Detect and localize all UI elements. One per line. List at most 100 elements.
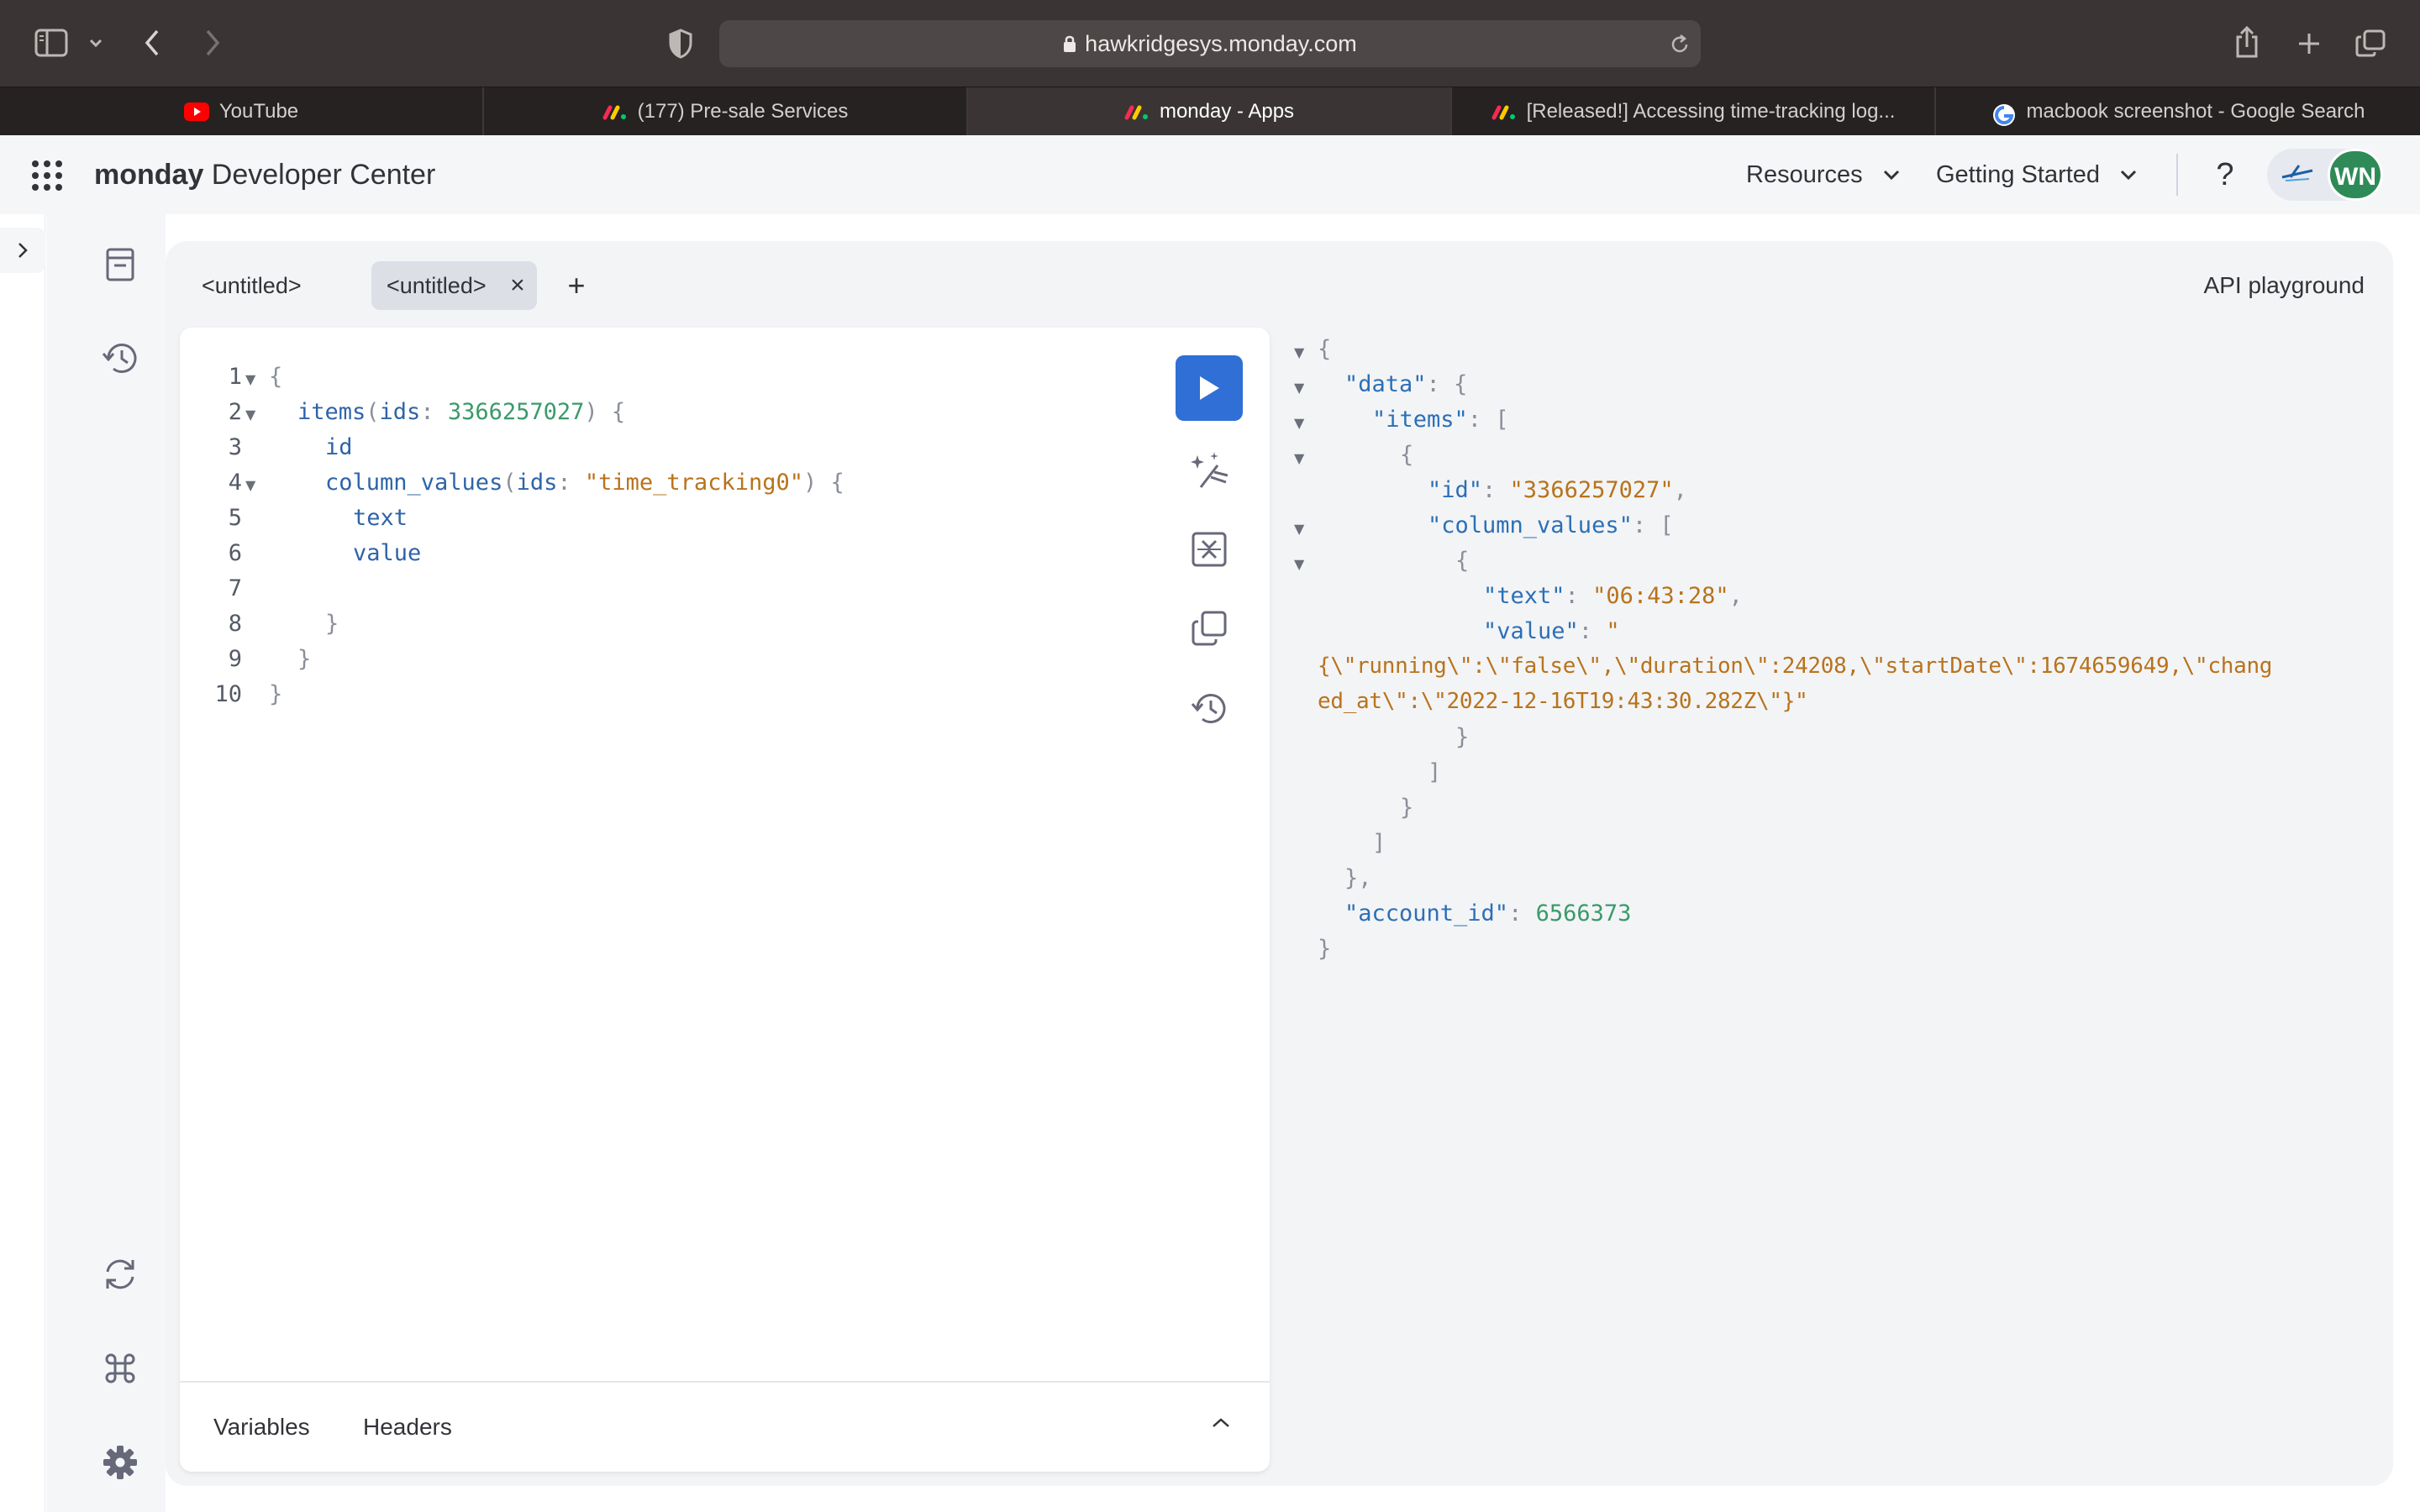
avatar[interactable]: WN [2328, 149, 2383, 201]
line-number: 7 [228, 575, 242, 601]
response-line: "text": "06:43:28", [1483, 583, 1743, 609]
json-key: "value" [1483, 618, 1579, 644]
tab-google-search[interactable]: macbook screenshot - Google Search [1936, 87, 2420, 136]
run-query-button[interactable] [1176, 355, 1243, 421]
url-text[interactable]: hawkridgesys.monday.com [719, 20, 1701, 67]
json-punct: : [1426, 371, 1455, 397]
sidebar-toggle-icon[interactable] [32, 25, 71, 60]
line-number: 10 [214, 681, 242, 707]
code-punct: : [420, 399, 448, 425]
new-tab-icon[interactable] [2292, 27, 2326, 60]
resources-menu[interactable]: Resources [1746, 135, 1902, 214]
google-icon [1991, 102, 2017, 126]
history-icon[interactable] [1187, 687, 1231, 731]
lock-icon [1063, 22, 1076, 69]
response-line: ] [1372, 830, 1386, 856]
json-punct: : [1482, 477, 1510, 503]
code-field: column_values [325, 470, 503, 496]
json-key: "column_values" [1428, 512, 1633, 538]
tab-monday-apps[interactable]: monday - Apps [968, 87, 1452, 136]
headers-tab[interactable]: Headers [363, 1383, 452, 1472]
fold-arrow-icon[interactable]: ▼ [245, 407, 255, 423]
fold-arrow-icon[interactable]: ▼ [1294, 450, 1304, 466]
json-punct: : [1565, 583, 1593, 609]
json-punct: { [1454, 371, 1468, 397]
fold-arrow-icon[interactable]: ▼ [1294, 556, 1304, 572]
tab-overview-icon[interactable] [2353, 27, 2388, 60]
json-key: "text" [1483, 583, 1565, 609]
app-grid-icon[interactable] [30, 159, 64, 192]
code-punct: ( [366, 399, 380, 425]
company-logo-icon [2279, 160, 2316, 189]
collapsed-sidebar [0, 214, 45, 1512]
resources-label: Resources [1746, 160, 1863, 188]
api-playground-title: API playground [2203, 272, 2365, 298]
json-punct: [ [1660, 512, 1674, 538]
code-line: items(ids: 3366257027) { [297, 399, 625, 425]
code-arg: ids [516, 470, 558, 496]
chevron-right-icon [18, 243, 28, 258]
settings-icon[interactable] [98, 1441, 142, 1484]
code-line: value [353, 540, 422, 566]
line-number: 8 [228, 611, 242, 637]
tab-label: monday - Apps [1159, 100, 1295, 123]
share-icon[interactable] [2230, 24, 2264, 60]
query-tab-2[interactable]: <untitled> × [371, 261, 537, 310]
shortcuts-icon[interactable] [98, 1347, 142, 1390]
address-bar[interactable]: hawkridgesys.monday.com [719, 20, 1701, 67]
response-line: { [1318, 336, 1332, 362]
fold-arrow-icon[interactable]: ▼ [1294, 521, 1304, 537]
getting-started-menu[interactable]: Getting Started [1936, 135, 2139, 214]
chevron-up-icon[interactable] [1210, 1416, 1235, 1436]
fold-arrow-icon[interactable]: ▼ [1294, 380, 1304, 396]
expand-sidebar-button[interactable] [0, 228, 45, 273]
json-key: "items" [1372, 407, 1468, 433]
add-tab-button[interactable]: + [561, 261, 592, 310]
fold-arrow-icon[interactable]: ▼ [1294, 415, 1304, 431]
docs-explorer-icon[interactable] [98, 243, 142, 286]
account-switcher[interactable]: WN [2267, 149, 2383, 201]
reload-icon[interactable] [1667, 32, 1692, 57]
chevron-down-icon [2121, 170, 2137, 181]
editor-bottom-bar: Variables Headers [180, 1381, 1270, 1472]
variables-tab[interactable]: Variables [213, 1383, 310, 1472]
response-line: }, [1344, 865, 1372, 891]
fold-arrow-icon[interactable]: ▼ [1294, 344, 1304, 360]
shield-icon[interactable] [664, 27, 697, 60]
close-tab-icon[interactable]: × [510, 261, 525, 310]
json-string: " [1606, 618, 1620, 644]
tab-presale-services[interactable]: (177) Pre-sale Services [484, 87, 968, 136]
help-icon[interactable]: ? [2210, 135, 2240, 214]
tab-label: [Released!] Accessing time-tracking log.… [1526, 100, 1896, 123]
tab-released-time-tracking[interactable]: [Released!] Accessing time-tracking log.… [1452, 87, 1936, 136]
refresh-icon[interactable] [98, 1252, 142, 1296]
json-punct: : [1508, 900, 1536, 927]
line-number: 5 [228, 505, 242, 531]
copy-icon[interactable] [1187, 606, 1231, 650]
json-punct: [ [1495, 407, 1509, 433]
chevron-down-icon [1883, 170, 1899, 181]
history-icon[interactable] [98, 337, 142, 381]
json-key: "account_id" [1344, 900, 1509, 927]
json-key: "data" [1344, 371, 1427, 397]
back-icon[interactable] [138, 25, 166, 60]
prettify-icon[interactable] [1187, 449, 1231, 492]
brand-title[interactable]: monday Developer Center [94, 135, 435, 214]
code-punct: ( [502, 470, 517, 496]
merge-fragments-icon[interactable] [1187, 528, 1231, 571]
tab-youtube[interactable]: YouTube [0, 87, 484, 136]
fold-arrow-icon[interactable]: ▼ [245, 371, 255, 387]
query-editor[interactable]: Variables Headers [180, 328, 1270, 1472]
json-number: 6566373 [1535, 900, 1632, 927]
line-number: 9 [228, 646, 242, 672]
fold-arrow-icon[interactable]: ▼ [245, 477, 255, 493]
response-line: } [1400, 795, 1414, 821]
response-line: "column_values": [ [1428, 512, 1674, 538]
code-line: { [269, 364, 283, 390]
forward-icon[interactable] [198, 25, 227, 60]
code-line: text [353, 505, 408, 531]
code-number: 3366257027 [447, 399, 585, 425]
chevron-down-icon[interactable] [86, 30, 106, 55]
query-tab-1[interactable]: <untitled> [187, 261, 317, 310]
brand-rest: Developer Center [203, 159, 436, 191]
